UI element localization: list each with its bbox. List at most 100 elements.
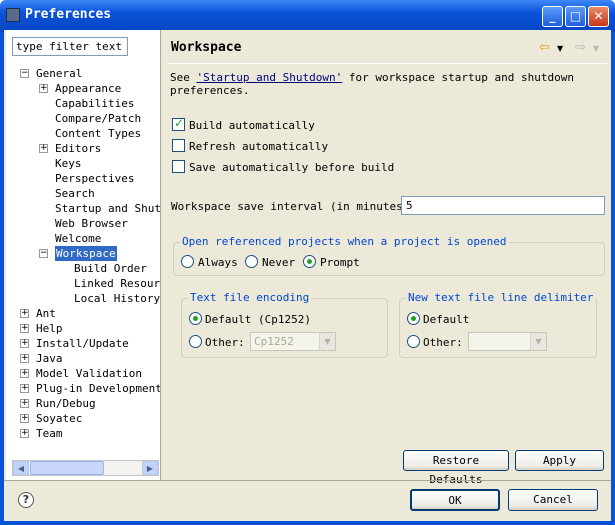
delimiter-combo[interactable]: ▼ [468,332,547,351]
delimiter-other-radio[interactable] [407,335,420,348]
delimiter-default-radio[interactable] [407,312,420,325]
tree-item[interactable]: + Team [6,426,160,441]
build-auto-checkbox[interactable] [172,116,185,131]
startup-shutdown-link[interactable]: 'Startup and Shutdown' [197,71,343,84]
prompt-radio[interactable] [303,255,316,268]
expand-icon[interactable]: + [20,429,29,438]
tree-item-label[interactable]: General [36,66,82,81]
encoding-other-radio[interactable] [189,335,202,348]
tree-item-label[interactable]: Editors [55,141,101,156]
tree-item[interactable]: Search [6,186,160,201]
tree-item[interactable]: Content Types [6,126,160,141]
build-auto-label[interactable]: Build automatically [189,119,315,132]
collapse-icon[interactable]: − [20,69,29,78]
scroll-right-icon[interactable]: ▶ [142,461,158,475]
help-icon[interactable]: ? [18,492,34,508]
never-radio[interactable] [245,255,258,268]
tree-item[interactable]: Build Order [6,261,160,276]
refresh-auto-checkbox[interactable] [172,139,185,152]
tree-item-label[interactable]: Keys [55,156,82,171]
delimiter-other-label[interactable]: Other: [423,336,463,349]
close-button[interactable]: ✕ [588,6,609,27]
tree-item[interactable]: + Ant [6,306,160,321]
never-label[interactable]: Never [262,256,295,269]
chevron-down-icon[interactable]: ▼ [319,333,335,350]
tree-horizontal-scrollbar[interactable]: ◀ ▶ [12,460,159,476]
tree-item-label[interactable]: Linked Resourc [74,276,160,291]
tree-item-label[interactable]: Local History [74,291,160,306]
save-interval-input[interactable] [401,196,605,215]
minimize-button[interactable]: _ [542,6,563,27]
expand-icon[interactable]: + [20,324,29,333]
tree-item[interactable]: − Workspace [6,246,160,261]
tree-item-label[interactable]: Search [55,186,95,201]
forward-arrow-icon[interactable]: ⇨ [575,40,586,55]
scroll-left-icon[interactable]: ◀ [13,461,29,475]
chevron-down-icon[interactable]: ▼ [530,333,546,350]
tree-item[interactable]: Startup and Shutd [6,201,160,216]
tree-item-label[interactable]: Help [36,321,63,336]
expand-icon[interactable]: + [20,354,29,363]
always-label[interactable]: Always [198,256,238,269]
tree-item-label[interactable]: Appearance [55,81,121,96]
tree-item-label[interactable]: Startup and Shutd [55,201,160,216]
tree-item[interactable]: + Appearance [6,81,160,96]
tree-item[interactable]: + Editors [6,141,160,156]
back-menu-chevron-icon[interactable]: ▼ [557,44,563,53]
tree-item-label[interactable]: Run/Debug [36,396,96,411]
tree-item[interactable]: + Run/Debug [6,396,160,411]
tree-item-label[interactable]: Content Types [55,126,141,141]
encoding-default-radio[interactable] [189,312,202,325]
scroll-thumb[interactable] [30,461,104,475]
always-radio[interactable] [181,255,194,268]
tree-item[interactable]: + Plug-in Development [6,381,160,396]
expand-icon[interactable]: + [20,414,29,423]
tree-item-label[interactable]: Build Order [74,261,147,276]
tree-item[interactable]: Welcome [6,231,160,246]
tree-item[interactable]: Compare/Patch [6,111,160,126]
tree-item-label[interactable]: Compare/Patch [55,111,141,126]
ok-button[interactable]: OK [410,489,500,511]
expand-icon[interactable]: + [39,144,48,153]
save-auto-checkbox[interactable] [172,160,185,173]
tree-item-label[interactable]: Ant [36,306,56,321]
tree-item-label[interactable]: Perspectives [55,171,134,186]
tree-item[interactable]: − General [6,66,160,81]
cancel-button[interactable]: Cancel [508,489,598,511]
tree-item[interactable]: Local History [6,291,160,306]
tree-item-label[interactable]: Capabilities [55,96,134,111]
tree-item-label[interactable]: Install/Update [36,336,129,351]
tree-item-label[interactable]: Java [36,351,63,366]
tree-item-label[interactable]: Web Browser [55,216,128,231]
expand-icon[interactable]: + [20,339,29,348]
tree-item-label[interactable]: Welcome [55,231,101,246]
encoding-other-label[interactable]: Other: [205,336,245,349]
tree-item[interactable]: + Help [6,321,160,336]
restore-defaults-button[interactable]: Restore Defaults [403,450,509,486]
tree-item-label[interactable]: Model Validation [36,366,142,381]
encoding-combo[interactable]: Cp1252 ▼ [250,332,336,351]
apply-button[interactable]: Apply [515,450,604,471]
tree-item[interactable]: Capabilities [6,96,160,111]
delimiter-default-label[interactable]: Default [423,313,469,326]
tree-item[interactable]: + Install/Update [6,336,160,351]
expand-icon[interactable]: + [39,84,48,93]
tree-item-label[interactable]: Soyatec [36,411,82,426]
expand-icon[interactable]: + [20,309,29,318]
tree-item[interactable]: Web Browser [6,216,160,231]
refresh-auto-label[interactable]: Refresh automatically [189,140,328,153]
tree-item[interactable]: + Model Validation [6,366,160,381]
prompt-label[interactable]: Prompt [320,256,360,269]
tree-item[interactable]: + Java [6,351,160,366]
expand-icon[interactable]: + [20,369,29,378]
tree-item[interactable]: Linked Resourc [6,276,160,291]
forward-menu-chevron-icon[interactable]: ▼ [593,44,599,53]
tree-item-label[interactable]: Plug-in Development [36,381,160,396]
tree-item[interactable]: Perspectives [6,171,160,186]
expand-icon[interactable]: + [20,399,29,408]
collapse-icon[interactable]: − [39,249,48,258]
maximize-button[interactable]: □ [565,6,586,27]
tree-item-label[interactable]: Team [36,426,63,441]
encoding-default-label[interactable]: Default (Cp1252) [205,313,311,326]
tree-item-label[interactable]: Workspace [55,246,117,261]
